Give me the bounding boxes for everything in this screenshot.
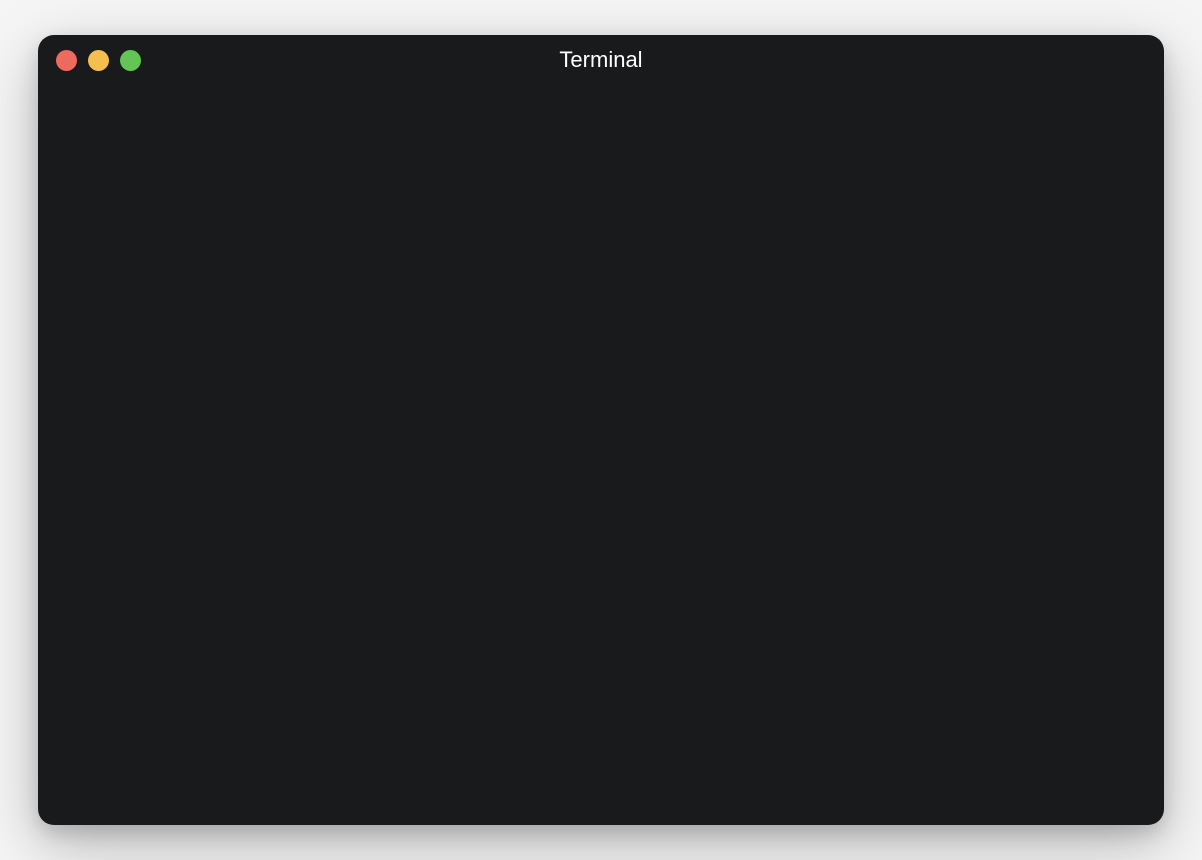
minimize-button[interactable] <box>88 50 109 71</box>
close-button[interactable] <box>56 50 77 71</box>
window-title: Terminal <box>559 47 642 73</box>
terminal-window: Terminal <box>38 35 1164 825</box>
traffic-lights <box>56 50 141 71</box>
terminal-body[interactable] <box>38 85 1164 825</box>
titlebar[interactable]: Terminal <box>38 35 1164 85</box>
maximize-button[interactable] <box>120 50 141 71</box>
